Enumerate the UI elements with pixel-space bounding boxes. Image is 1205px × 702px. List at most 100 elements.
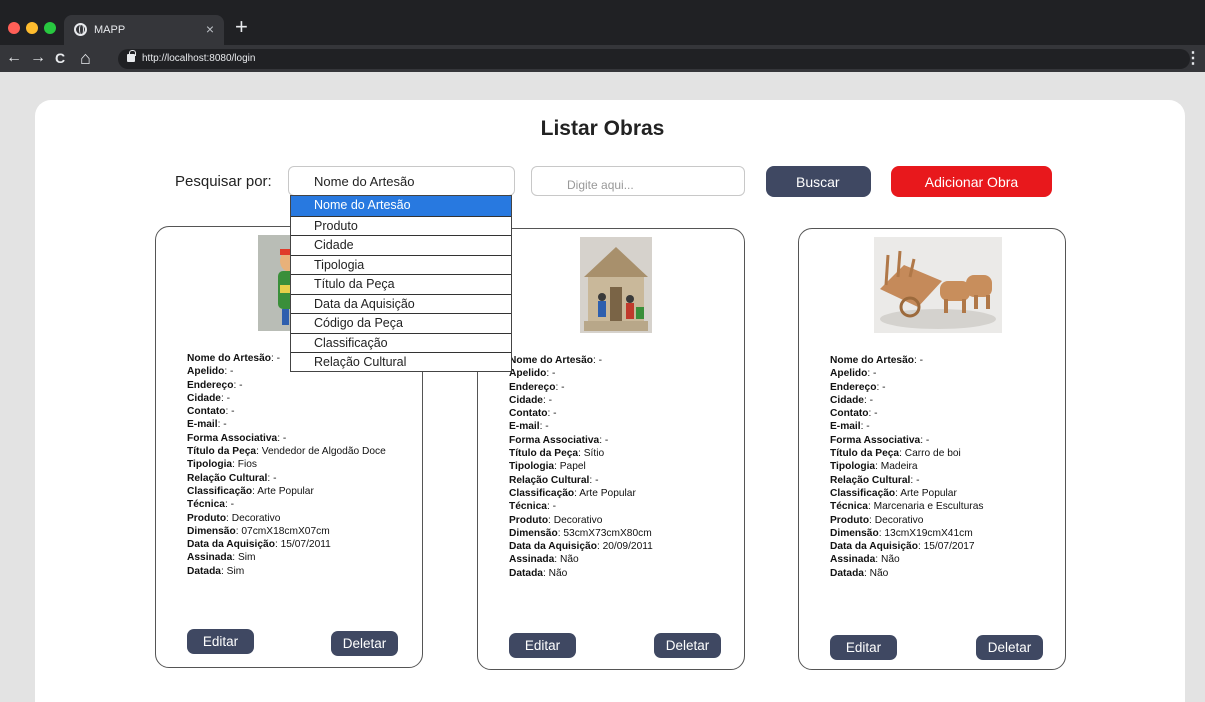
artwork-photo	[874, 237, 1002, 333]
field-label: Cidade	[187, 392, 221, 404]
edit-button[interactable]: Editar	[509, 633, 576, 658]
dropdown-option[interactable]: Data da Aquisição	[291, 293, 511, 314]
field-value: : -	[599, 434, 609, 446]
dropdown-option[interactable]: Relação Cultural	[291, 352, 511, 372]
edit-button[interactable]: Editar	[830, 635, 897, 660]
field-row: Relação Cultural: -	[830, 474, 1045, 487]
field-label: Técnica	[187, 499, 225, 511]
browser-tab[interactable]: MAPP ×	[64, 15, 224, 45]
reload-icon[interactable]: C	[55, 48, 65, 68]
dropdown-option[interactable]: Produto	[291, 215, 511, 236]
field-row: Técnica: -	[187, 498, 402, 511]
dropdown-option[interactable]: Código da Peça	[291, 313, 511, 333]
dropdown-option[interactable]: Nome do Artesão	[291, 196, 511, 216]
field-row: Datada: Sim	[187, 565, 402, 578]
delete-button[interactable]: Deletar	[654, 633, 721, 658]
field-row: Classificação: Arte Popular	[830, 487, 1045, 500]
field-value: : -	[217, 419, 227, 431]
window-minimize-button[interactable]	[26, 22, 38, 34]
field-row: Classificação: Arte Popular	[187, 485, 402, 498]
field-row: Datada: Não	[509, 567, 724, 580]
delete-button[interactable]: Deletar	[976, 635, 1043, 660]
field-label: Produto	[509, 514, 549, 526]
dropdown-option[interactable]: Título da Peça	[291, 274, 511, 294]
field-label: Datada	[509, 567, 543, 579]
field-label: Forma Associativa	[509, 434, 600, 446]
search-input[interactable]	[531, 166, 745, 196]
back-icon[interactable]: ←	[6, 48, 22, 68]
field-label: Técnica	[830, 501, 868, 513]
field-value: : -	[910, 474, 920, 486]
new-tab-button[interactable]: +	[235, 15, 248, 39]
field-row: Relação Cultural: -	[509, 474, 724, 487]
field-row: Nome do Artesão: -	[509, 354, 724, 367]
field-value: : Sim	[232, 552, 256, 564]
page-title: Listar Obras	[540, 117, 665, 140]
field-value: : Madeira	[875, 461, 918, 473]
field-label: Classificação	[830, 487, 896, 499]
field-label: Título da Peça	[509, 448, 579, 460]
field-label: Endereço	[830, 381, 877, 393]
field-row: Data da Aquisição: 15/07/2017	[830, 540, 1045, 553]
field-value: : -	[225, 406, 235, 418]
address-bar[interactable]: http://localhost:8080/login	[118, 49, 1190, 69]
field-value: : 15/07/2017	[917, 541, 975, 553]
field-label: Data da Aquisição	[830, 541, 918, 553]
field-row: Cidade: -	[830, 394, 1045, 407]
window-maximize-button[interactable]	[44, 22, 56, 34]
field-value: : -	[863, 394, 874, 406]
field-value: : -	[267, 472, 277, 484]
field-value: : -	[913, 355, 924, 366]
field-label: Assinada	[509, 554, 555, 566]
field-label: Contato	[830, 408, 869, 420]
field-value: : 20/09/2011	[596, 541, 653, 553]
browser-menu-icon[interactable]: ⋮	[1185, 48, 1201, 68]
edit-button[interactable]: Editar	[187, 629, 254, 654]
field-value: : -	[868, 408, 878, 420]
delete-button[interactable]: Deletar	[331, 631, 398, 656]
field-row: Contato: -	[187, 405, 402, 418]
field-value: : -	[547, 408, 557, 420]
field-row: Endereço: -	[830, 381, 1045, 394]
field-label: Tipologia	[509, 461, 555, 473]
field-value: : Não	[542, 567, 568, 579]
field-label: Dimensão	[187, 525, 236, 537]
field-row: Tipologia: Madeira	[830, 460, 1045, 473]
lock-icon	[127, 50, 136, 62]
search-type-select[interactable]: Nome do Artesão	[288, 166, 515, 196]
field-label: E-mail	[187, 419, 218, 431]
field-row: Relação Cultural: -	[187, 472, 402, 485]
field-row: Contato: -	[830, 407, 1045, 420]
field-label: E-mail	[509, 421, 540, 433]
field-label: Endereço	[509, 381, 556, 393]
field-row: Forma Associativa: -	[509, 434, 724, 447]
field-row: Produto: Decorativo	[509, 514, 724, 527]
field-row: Tipologia: Fios	[187, 458, 402, 471]
field-row: Data da Aquisição: 15/07/2011	[187, 538, 402, 551]
field-row: Nome do Artesão: -	[830, 354, 1045, 367]
field-label: E-mail	[830, 421, 861, 433]
field-value: : -	[876, 381, 886, 393]
field-label: Relação Cultural	[830, 474, 911, 486]
field-value: : Decorativo	[226, 512, 281, 524]
add-artwork-button[interactable]: Adicionar Obra	[891, 166, 1052, 197]
field-row: Tipologia: Papel	[509, 460, 724, 473]
field-value: : -	[546, 368, 556, 380]
window-close-button[interactable]	[8, 22, 20, 34]
dropdown-option[interactable]: Classificação	[291, 332, 511, 353]
field-value: : -	[589, 474, 599, 486]
browser-toolbar: ← → C ⌂ http://localhost:8080/login ⋮	[0, 45, 1205, 72]
search-button[interactable]: Buscar	[766, 166, 871, 197]
field-value: : -	[555, 381, 565, 393]
field-label: Endereço	[187, 379, 234, 391]
field-value: : Não	[554, 554, 579, 566]
dropdown-option[interactable]: Cidade	[291, 235, 511, 255]
home-icon[interactable]: ⌂	[80, 48, 91, 68]
forward-icon[interactable]: →	[30, 48, 46, 68]
tab-close-icon[interactable]: ×	[206, 21, 214, 37]
url-text: http://localhost:8080/login	[142, 53, 256, 64]
field-label: Nome do Artesão	[187, 353, 271, 364]
field-value: : Papel	[554, 461, 586, 473]
field-row: Forma Associativa: -	[187, 432, 402, 445]
dropdown-option[interactable]: Tipologia	[291, 254, 511, 275]
